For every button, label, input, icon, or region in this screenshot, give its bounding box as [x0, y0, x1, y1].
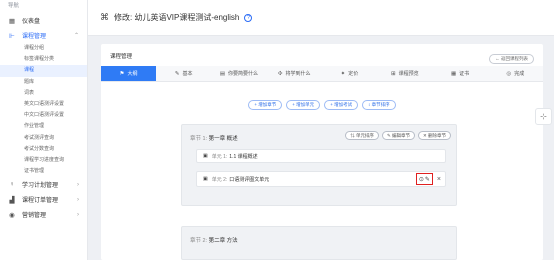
menu-learning-plan-label: 学习计划管理: [22, 183, 59, 190]
chapter-label: 章节 1:: [190, 136, 208, 142]
preview-icon: ⊞: [390, 70, 396, 77]
flag-icon: ⚑: [119, 70, 125, 77]
menu-dashboard[interactable]: ▦ 仪表盘: [0, 13, 87, 28]
grid-icon: ▦: [8, 17, 16, 25]
video-icon: ▣: [203, 176, 208, 182]
menu-course-orders-label: 课程订单管理: [22, 198, 59, 205]
sort-units-button[interactable]: ⇅ 单元排序: [345, 131, 379, 140]
tab-preview[interactable]: ⊞ 课程预览: [377, 66, 432, 81]
chevron-right-icon: ›: [77, 196, 79, 203]
card-title: 课程管理: [110, 54, 133, 60]
add-unit-button[interactable]: + 增加单元: [286, 100, 321, 110]
add-exam-button[interactable]: + 增加考试: [324, 100, 359, 110]
tab-outline[interactable]: ⚑ 大纲: [101, 66, 156, 81]
chevron-up-icon: ⌃: [73, 33, 79, 39]
course-tabs: ⚑ 大纲 ✎ 基本 ▤ 你要简要什么 ✣ 将学到什么 ✦ 定价 ⊞ 课程预览 ▦ 证书 ◎ 完成: [101, 66, 543, 82]
unit-tools: ⊙ ✎ ×: [415, 173, 441, 185]
sidebar-item-certificate[interactable]: 证书管理: [0, 166, 87, 177]
tab-certificate[interactable]: ▦ 证书: [432, 66, 487, 81]
tab-outcomes-label: 将学到什么: [285, 71, 311, 77]
unit-title: 1.1 课程概述: [229, 153, 258, 160]
chevron-right-icon: ›: [77, 211, 79, 218]
sidebar-item-tag-category[interactable]: 标签课程分类: [0, 54, 87, 65]
unit-row[interactable]: ▣ 单元 1: 1.1 课程概述: [196, 149, 446, 163]
menu-course-orders[interactable]: ▟ 课程订单管理 ›: [0, 192, 87, 207]
sidebar-item-question-bank[interactable]: 题库: [0, 77, 87, 88]
chapter-section: 章节 1: 第一章 概述 ⇅ 单元排序 ✎ 编辑章节 ✕ 删除章节 ▣ 单元 1…: [181, 124, 457, 206]
sidebar-item-cn-oral-setting[interactable]: 中文口语测评设置: [0, 110, 87, 121]
learn-icon: ♀: [9, 181, 15, 189]
side-tool-icon[interactable]: ⊹: [535, 108, 552, 125]
chapter-section: 章节 2: 第二章 方法: [181, 226, 457, 260]
course-icon: ⊩: [9, 32, 15, 40]
unit-label: 单元 1:: [211, 153, 228, 160]
chevron-right-icon: ›: [77, 181, 79, 188]
tab-requirements-label: 你要简要什么: [228, 71, 259, 77]
nav-title: 导航: [8, 3, 20, 9]
tab-finish-label: 完成: [514, 71, 525, 77]
chapter-name: 第二章 方法: [208, 238, 238, 244]
check-circle-icon: ◎: [506, 70, 512, 77]
unit-title: 口语测评图文单元: [229, 176, 270, 183]
chapter-actions: ⇅ 单元排序 ✎ 编辑章节 ✕ 删除章节: [345, 131, 451, 140]
certificate-icon: ▦: [450, 70, 457, 77]
tab-requirements[interactable]: ▤ 你要简要什么: [211, 66, 266, 81]
tab-basic-label: 基本: [182, 71, 193, 77]
sidebar-item-course[interactable]: 课程: [0, 65, 87, 77]
tab-outcomes[interactable]: ✣ 将学到什么: [267, 66, 322, 81]
back-to-course-list-button[interactable]: ← 返回课程列表: [489, 54, 534, 64]
tab-certificate-label: 证书: [459, 71, 470, 77]
delete-chapter-button[interactable]: ✕ 删除章节: [417, 131, 451, 140]
chapter-title: 章节 1: 第一章 概述: [190, 134, 238, 142]
sidebar-item-vocabulary[interactable]: 词表: [0, 88, 87, 99]
unit-label: 单元 2:: [211, 176, 228, 183]
sidebar-item-course-group[interactable]: 课程分组: [0, 43, 87, 54]
outline-actions: + 增加章节 + 增加单元 + 增加考试 ↕ 章节排序: [101, 100, 543, 110]
highlighted-tools: ⊙ ✎: [415, 173, 433, 185]
tag-icon: ✦: [340, 70, 346, 77]
chapter-name: 第一章 概述: [208, 136, 238, 142]
menu-course-management-label: 课程管理: [22, 34, 47, 40]
menu-marketing-label: 营销管理: [22, 213, 47, 220]
edit-chapter-button[interactable]: ✎ 编辑章节: [381, 131, 415, 140]
page-header: ⌘ 修改: 幼儿英语VIP课程测试-english ?: [88, 0, 554, 36]
menu-dashboard-label: 仪表盘: [22, 19, 41, 25]
tab-finish[interactable]: ◎ 完成: [488, 66, 543, 81]
order-icon: ▟: [9, 196, 15, 204]
sidebar-item-progress-query[interactable]: 课程学习进度查询: [0, 155, 87, 166]
page-title: 修改: 幼儿英语VIP课程测试-english: [114, 13, 240, 22]
sidebar-item-exam-query[interactable]: 考试测评查询: [0, 133, 87, 144]
menu-learning-plan[interactable]: ♀ 学习计划管理 ›: [0, 177, 87, 192]
sidebar-item-en-oral-setting[interactable]: 英文口语测评设置: [0, 99, 87, 110]
sidebar-item-score-query[interactable]: 考试分数查询: [0, 144, 87, 155]
close-icon[interactable]: ×: [437, 176, 441, 183]
pencil-icon[interactable]: ✎: [425, 176, 430, 183]
tab-pricing-label: 定价: [348, 71, 359, 77]
preview-icon[interactable]: ⊙: [419, 176, 424, 183]
add-chapter-button[interactable]: + 增加章节: [248, 100, 283, 110]
sort-chapters-button[interactable]: ↕ 章节排序: [362, 100, 396, 110]
tab-preview-label: 课程预览: [398, 71, 419, 77]
help-icon[interactable]: ?: [244, 13, 253, 22]
tab-basic[interactable]: ✎ 基本: [156, 66, 211, 81]
marketing-icon: ◉: [9, 211, 15, 219]
menu-course-management[interactable]: ⊩ 课程管理 ⌃: [0, 28, 87, 43]
chapter-title: 章节 2: 第二章 方法: [190, 236, 238, 244]
course-manage-card: 课程管理 ← 返回课程列表 ⚑ 大纲 ✎ 基本 ▤ 你要简要什么 ✣ 将学到什么 ✦ 定价…: [101, 44, 543, 260]
sidebar: 导航 ▦ 仪表盘 ⊩ 课程管理 ⌃ 课程分组 标签课程分类 课程 题库 词表 英…: [0, 0, 88, 260]
chapter-label: 章节 2:: [190, 238, 208, 244]
video-icon: ▣: [203, 153, 208, 159]
tab-outline-label: 大纲: [127, 71, 138, 77]
pencil-icon: ✎: [174, 70, 180, 77]
edit-icon: ⌘: [100, 12, 109, 22]
sidebar-item-homework[interactable]: 作业管理: [0, 121, 87, 132]
list-icon: ▤: [219, 70, 226, 77]
menu-marketing[interactable]: ◉ 营销管理 ›: [0, 207, 87, 222]
unit-row[interactable]: ▣ 单元 2: 口语测评图文单元 ⊙ ✎ ×: [196, 171, 446, 187]
move-icon: ✣: [277, 70, 283, 77]
tab-pricing[interactable]: ✦ 定价: [322, 66, 377, 81]
